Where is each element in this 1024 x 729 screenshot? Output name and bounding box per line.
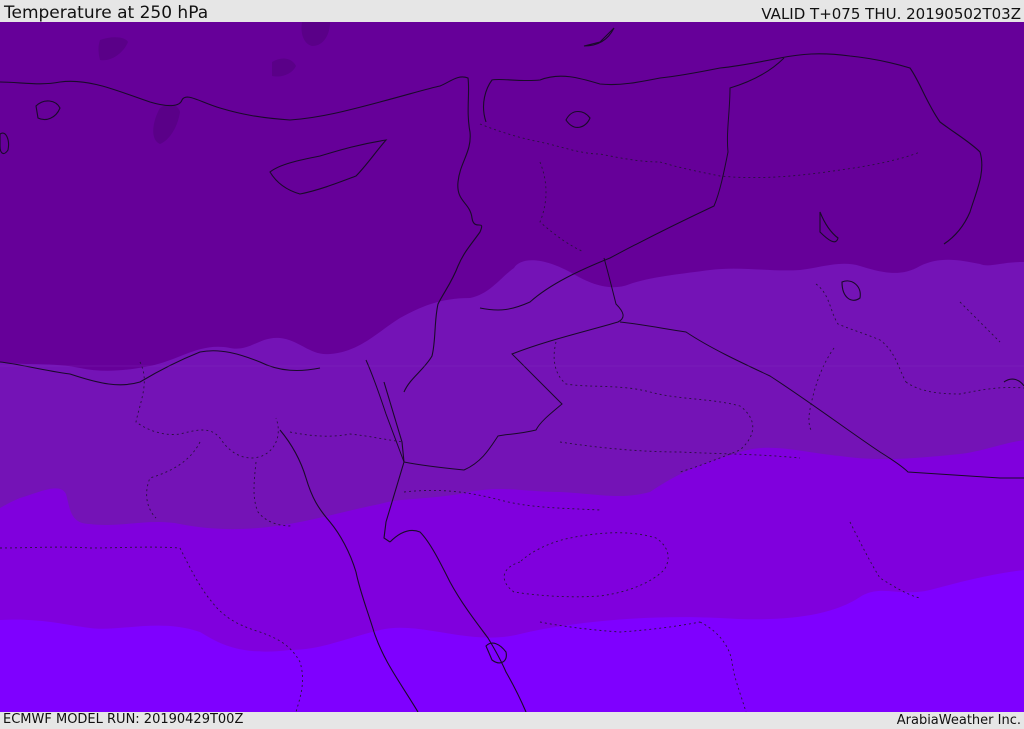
- credit-label: ArabiaWeather Inc.: [896, 713, 1021, 728]
- map-canvas: [0, 22, 1024, 712]
- map-footer: ECMWF MODEL RUN: 20190429T00Z ArabiaWeat…: [0, 712, 1024, 729]
- temperature-map[interactable]: [0, 22, 1024, 712]
- valid-time: VALID T+075 THU. 20190502T03Z: [761, 5, 1021, 23]
- map-title: Temperature at 250 hPa: [4, 3, 209, 23]
- map-header: Temperature at 250 hPa VALID T+075 THU. …: [0, 0, 1024, 23]
- model-run-label: ECMWF MODEL RUN: 20190429T00Z: [3, 712, 244, 727]
